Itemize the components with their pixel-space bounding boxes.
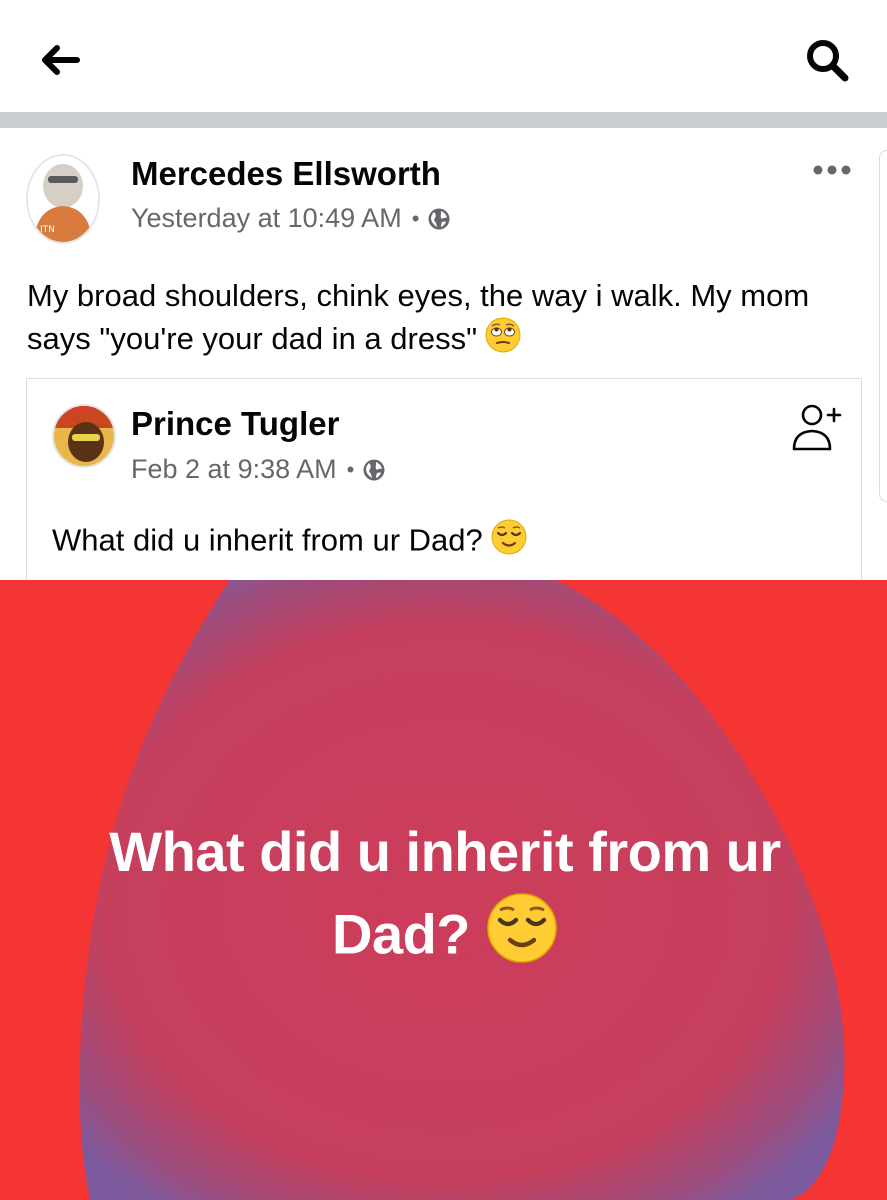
shared-post-text-content: What did u inherit from ur Dad? (52, 522, 483, 558)
relieved-emoji (491, 519, 527, 566)
search-icon (807, 40, 849, 82)
more-dots-icon (813, 165, 851, 175)
relieved-emoji (486, 892, 558, 985)
post-text: My broad shoulders, chink eyes, the way … (27, 274, 847, 364)
background-post-image[interactable]: What did u inherit from ur Dad? (0, 580, 887, 1200)
meta-separator: • (346, 456, 355, 482)
background-text-line-2-content: Dad? (332, 902, 471, 966)
scroll-edge (879, 150, 887, 502)
shared-post-author-name[interactable]: Prince Tugler (131, 405, 339, 443)
search-button[interactable] (800, 34, 854, 86)
globe-icon[interactable] (362, 458, 386, 482)
globe-icon[interactable] (427, 207, 451, 231)
post-timestamp[interactable]: Yesterday at 10:49 AM (131, 203, 402, 234)
meta-separator: • (411, 205, 420, 231)
add-friend-button[interactable] (786, 398, 846, 456)
post-text-content: My broad shoulders, chink eyes, the way … (27, 278, 810, 356)
top-bar (0, 0, 887, 112)
arrow-left-icon (42, 45, 80, 75)
post-meta: Yesterday at 10:49 AM • (131, 203, 451, 234)
shared-post-meta: Feb 2 at 9:38 AM • (131, 454, 386, 485)
profile-photo (54, 406, 114, 466)
shared-post-timestamp[interactable]: Feb 2 at 9:38 AM (131, 454, 337, 485)
shared-post-text: What did u inherit from ur Dad? (52, 519, 527, 566)
shared-post-avatar[interactable] (52, 404, 116, 468)
add-friend-icon (792, 404, 842, 451)
background-text-line-2: Dad? (60, 892, 830, 985)
post-author-name[interactable]: Mercedes Ellsworth (131, 155, 441, 193)
avatar[interactable]: ITN (26, 154, 100, 244)
back-button[interactable] (36, 38, 86, 82)
background-text-line-1: What did u inherit from ur (109, 820, 781, 883)
more-options-button[interactable] (806, 152, 858, 188)
background-post-text: What did u inherit from ur Dad? (60, 812, 830, 985)
eye-roll-emoji (485, 317, 521, 364)
section-divider (0, 112, 887, 128)
svg-text:ITN: ITN (40, 225, 55, 235)
profile-photo: ITN (28, 156, 98, 242)
